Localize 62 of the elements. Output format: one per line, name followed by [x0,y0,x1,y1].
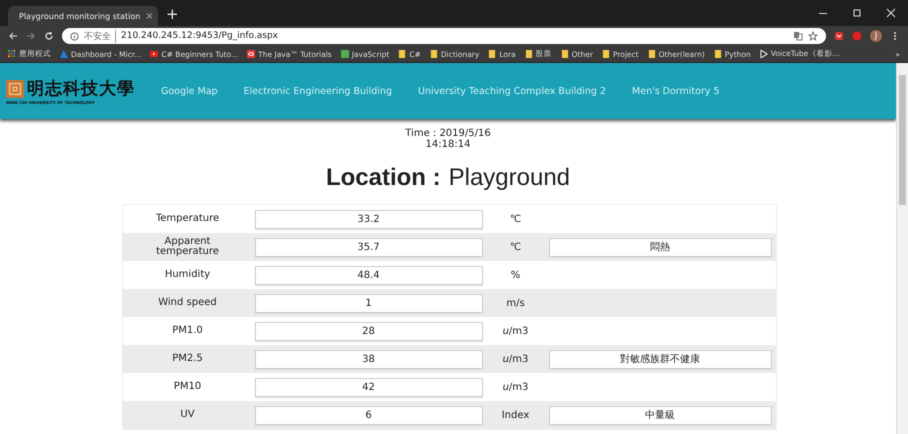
value-field: 35.7 [254,238,482,256]
play-icon [150,50,158,58]
folder-icon [602,50,610,58]
security-label: 不安全 [84,30,116,42]
emblem-icon [6,80,24,98]
browser-tab[interactable]: Playground monitoring station × [8,6,158,26]
new-tab-button[interactable]: + [166,5,179,23]
value-field: 6 [254,406,482,424]
reading-name: UV [179,410,196,420]
value-field: 38 [254,350,482,368]
triangle-icon [60,50,68,58]
reading-name: PM2.5 [171,354,204,364]
time-date: Time : 2019/5/16 [405,128,491,139]
folder-icon [398,50,406,58]
url-text: 210.240.245.12:9453/Pg_info.aspx [121,31,278,41]
unit-label: % [510,270,522,280]
folder-icon [430,50,438,58]
profile-avatar[interactable]: J [870,30,882,42]
reload-icon[interactable] [44,31,54,41]
value-field: 48.4 [254,266,482,284]
reading-name: PM1.0 [171,326,204,336]
unit-label: ℃ [508,242,522,252]
value-field: 28 [254,322,482,340]
unit-label: m/s [505,298,526,308]
ring-icon [247,50,256,58]
time-clock: 14:18:14 [426,139,470,150]
status-field: 悶熱 [548,238,772,256]
back-icon[interactable] [8,31,18,41]
unit-label: u/m3 [502,326,530,336]
unit-label: u/m3 [502,354,530,364]
unit-label: Index [500,410,530,420]
folder-icon [560,50,569,58]
folder-icon [524,50,533,58]
logo-name: 明志科技大學 [27,78,135,100]
reading-name: Temperature [154,214,220,224]
address-field[interactable]: 不安全 210.240.245.12:9453/Pg_info.aspx [62,28,826,44]
status-field: 中量級 [548,406,772,424]
apps-grid-icon [8,50,16,58]
reading-name: Humidity [164,270,212,280]
location-value: Playground [448,164,570,192]
info-icon [70,32,79,40]
forward-icon[interactable] [26,31,36,41]
unit-label: ℃ [508,214,522,224]
value-field: 1 [254,294,482,312]
reading-name: Wind speed [157,298,218,308]
tab-title: Playground monitoring station [19,12,140,20]
value-field: 42 [254,378,482,396]
folder-icon [648,50,656,58]
folder-icon [714,50,722,58]
play-icon [760,50,768,58]
status-field: 對敏感族群不健康 [548,350,772,368]
reading-name: Apparent temperature [155,237,220,257]
unit-label: u/m3 [502,382,530,392]
location-label: Location : [326,164,441,192]
folder-icon [488,50,496,58]
reading-name: PM10 [172,382,202,392]
translate-icon[interactable] [793,31,803,41]
square-icon [340,50,349,58]
scrollbar[interactable] [896,63,908,434]
close-icon[interactable]: × [145,10,154,22]
value-field: 33.2 [254,210,482,228]
star-icon[interactable] [808,31,818,41]
